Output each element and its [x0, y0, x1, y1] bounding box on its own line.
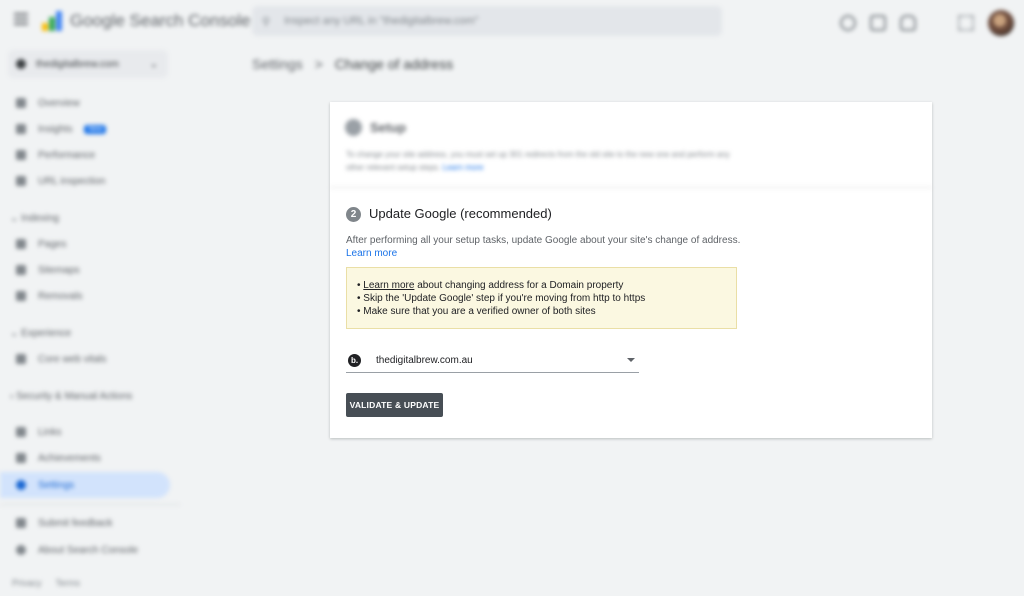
sidebar-item-label: Removals	[38, 290, 83, 302]
breadcrumb-current: Change of address	[334, 56, 454, 72]
app-title: Google Search Console	[70, 11, 251, 30]
divider	[0, 504, 180, 505]
sidebar-item-core-web-vitals[interactable]: Core web vitals	[0, 346, 170, 372]
performance-icon	[16, 150, 26, 160]
note-line-2-text: Skip the 'Update Google' step if you're …	[363, 293, 646, 304]
links-icon	[16, 427, 26, 437]
group-label: Experience	[21, 328, 72, 339]
gear-icon	[16, 480, 26, 490]
sidebar-item-label: Links	[38, 426, 62, 438]
sidebar-item-label: Core web vitals	[38, 353, 107, 365]
removals-icon	[16, 291, 26, 301]
home-icon	[16, 98, 26, 108]
search-console-logo-icon	[42, 11, 64, 31]
group-label: Indexing	[21, 213, 59, 224]
top-right-icons	[840, 10, 1014, 36]
property-icon	[16, 59, 26, 69]
sidebar-item-settings[interactable]: Settings	[0, 472, 170, 498]
step2-number: 2	[346, 207, 361, 222]
sitemaps-icon	[16, 265, 26, 275]
sidebar-item-performance[interactable]: Performance	[0, 142, 170, 168]
info-icon	[16, 545, 26, 555]
site-favicon-icon: b.	[348, 353, 361, 367]
core-web-vitals-icon	[16, 354, 26, 364]
insights-icon	[16, 124, 26, 134]
property-name: thedigitalbrew.com	[36, 58, 119, 70]
property-selector[interactable]: thedigitalbrew.com ⌄	[8, 50, 168, 78]
sidebar-item-label: URL inspection	[38, 175, 106, 187]
sidebar-item-label: About Search Console	[38, 544, 139, 556]
sidebar-item-insights[interactable]: Insights New	[0, 116, 170, 142]
sidebar-item-removals[interactable]: Removals	[0, 283, 170, 309]
step1-learn-more-link[interactable]: Learn more	[443, 163, 484, 172]
search-icon: ⚲	[262, 15, 271, 28]
sidebar-item-label: Sitemaps	[38, 264, 80, 276]
note-line-2: • Skip the 'Update Google' step if you'r…	[357, 293, 646, 304]
info-note: • Learn more about changing address for …	[346, 267, 737, 329]
privacy-link[interactable]: Privacy	[12, 578, 42, 588]
manage-users-icon[interactable]	[870, 15, 886, 31]
step2-description: After performing all your setup tasks, u…	[346, 235, 741, 246]
group-indexing[interactable]: ⌄ Indexing	[10, 213, 59, 224]
note-line-1: • Learn more about changing address for …	[357, 280, 624, 291]
breadcrumb-settings[interactable]: Settings	[252, 56, 303, 72]
app-logo[interactable]: Google Search Console	[42, 11, 251, 31]
sidebar-item-label: Settings	[38, 479, 75, 491]
new-site-select[interactable]: b. thedigitalbrew.com.au	[346, 348, 639, 373]
step1-setup: Setup To change your site address, you m…	[330, 102, 932, 188]
sidebar-item-url-inspection[interactable]: URL inspection	[0, 168, 170, 194]
avatar[interactable]	[988, 10, 1014, 36]
achievements-icon	[16, 453, 26, 463]
terms-link[interactable]: Terms	[56, 578, 81, 588]
menu-icon[interactable]	[14, 13, 28, 25]
sidebar-item-pages[interactable]: Pages	[0, 231, 170, 257]
sidebar-item-submit-feedback[interactable]: Submit feedback	[0, 510, 170, 536]
sidebar-item-links[interactable]: Links	[0, 419, 170, 445]
sidebar-item-sitemaps[interactable]: Sitemaps	[0, 257, 170, 283]
sidebar-item-label: Overview	[38, 97, 80, 109]
sidebar-item-label: Pages	[38, 238, 67, 250]
top-bar: Google Search Console ⚲ Inspect any URL …	[0, 0, 1024, 44]
sidebar-item-label: Performance	[38, 149, 96, 161]
step1-description-text: To change your site address, you must se…	[346, 150, 730, 172]
search-placeholder: Inspect any URL in "thedigitalbrew.com"	[284, 15, 479, 27]
dropdown-arrow-icon	[627, 358, 635, 362]
feedback-icon	[16, 518, 26, 528]
step1-description: To change your site address, you must se…	[346, 148, 746, 174]
url-inspect-search[interactable]: ⚲ Inspect any URL in "thedigitalbrew.com…	[252, 6, 722, 36]
note-line-3: • Make sure that you are a verified owne…	[357, 306, 596, 317]
note-line-3-text: Make sure that you are a verified owner …	[363, 306, 596, 317]
sidebar-item-label: Insights	[38, 123, 73, 135]
group-label: Security & Manual Actions	[16, 391, 133, 402]
breadcrumb: Settings > Change of address	[252, 56, 453, 72]
note-line-1-text: about changing address for a Domain prop…	[414, 280, 624, 291]
domain-property-learn-more-link[interactable]: Learn more	[363, 280, 414, 291]
sidebar-item-achievements[interactable]: Achievements	[0, 445, 170, 471]
group-experience[interactable]: ⌄ Experience	[10, 328, 71, 339]
notifications-icon[interactable]	[900, 15, 916, 31]
validate-update-button[interactable]: VALIDATE & UPDATE	[346, 393, 443, 417]
selected-site: thedigitalbrew.com.au	[376, 354, 473, 366]
sidebar: thedigitalbrew.com ⌄ Overview Insights Ne…	[0, 44, 180, 596]
sidebar-item-about[interactable]: About Search Console	[0, 537, 170, 563]
sidebar-item-label: Achievements	[38, 452, 101, 464]
group-security[interactable]: › Security & Manual Actions	[10, 391, 132, 402]
apps-grid-icon[interactable]	[958, 15, 974, 31]
url-inspection-icon	[16, 176, 26, 186]
chevron-down-icon: ⌄	[149, 58, 158, 70]
step1-check-icon	[345, 119, 362, 136]
change-of-address-card: Setup To change your site address, you m…	[330, 102, 932, 438]
pages-icon	[16, 239, 26, 249]
sidebar-item-overview[interactable]: Overview	[0, 90, 170, 116]
step2-learn-more-link[interactable]: Learn more	[346, 247, 397, 260]
new-badge: New	[84, 124, 107, 134]
help-icon[interactable]	[840, 15, 856, 31]
breadcrumb-separator: >	[314, 56, 323, 72]
footer-links: Privacy Terms	[12, 578, 80, 588]
step2-title: Update Google (recommended)	[369, 206, 552, 221]
step1-title: Setup	[370, 120, 407, 135]
sidebar-item-label: Submit feedback	[38, 517, 113, 529]
